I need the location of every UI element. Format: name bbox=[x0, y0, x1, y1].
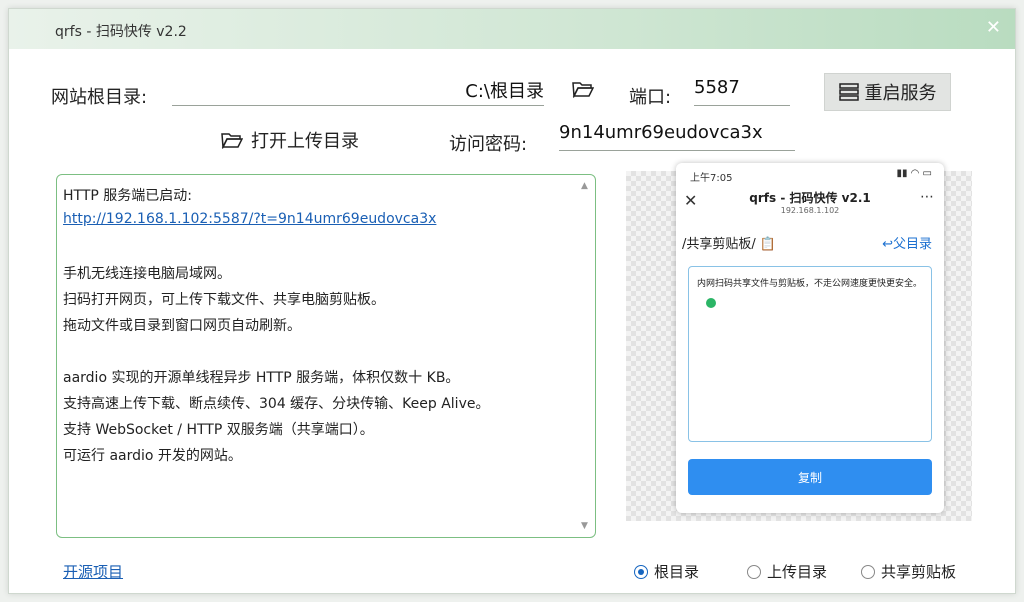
log-line: aardio 实现的开源单线程异步 HTTP 服务端，体积仅数十 KB。 bbox=[63, 370, 460, 386]
radio-upload-dir[interactable]: 上传目录 bbox=[747, 561, 827, 582]
radio-label: 共享剪贴板 bbox=[881, 563, 957, 581]
phone-page-subtitle: 192.168.1.102 bbox=[780, 206, 840, 215]
parent-dir-link[interactable]: ↩父目录 bbox=[882, 233, 932, 252]
phone-status-icons: ▮▮ ◠ ▭ bbox=[896, 168, 932, 179]
close-icon[interactable]: ✕ bbox=[986, 17, 1001, 38]
log-line: 手机无线连接电脑局域网。 bbox=[63, 266, 231, 282]
phone-page-title: qrfs - 扫码快传 v2.1 bbox=[749, 191, 871, 205]
title-bar: qrfs - 扫码快传 v2.2 ✕ bbox=[9, 9, 1015, 49]
phone-preview: 上午7:05 ▮▮ ◠ ▭ ✕ qrfs - 扫码快传 v2.1 192.168… bbox=[676, 163, 944, 513]
root-dir-value: C:\根目录 bbox=[465, 81, 544, 102]
window-title: qrfs - 扫码快传 v2.2 bbox=[55, 24, 187, 40]
root-dir-label: 网站根目录: bbox=[51, 87, 148, 108]
open-upload-dir-button[interactable]: 打开上传目录 bbox=[221, 127, 359, 153]
more-icon[interactable]: ⋯ bbox=[920, 189, 934, 205]
log-line: 支持高速上传下载、断点续传、304 缓存、分块传输、Keep Alive。 bbox=[63, 396, 490, 412]
radio-root-dir[interactable]: 根目录 bbox=[634, 561, 699, 582]
phone-path: /共享剪贴板/ 📋 bbox=[682, 237, 777, 252]
root-dir-field[interactable]: C:\根目录 bbox=[172, 77, 544, 106]
password-field[interactable]: 9n14umr69eudovca3x bbox=[559, 122, 795, 151]
preview-panel: 上午7:05 ▮▮ ◠ ▭ ✕ qrfs - 扫码快传 v2.1 192.168… bbox=[626, 163, 972, 521]
scroll-down-icon[interactable]: ▼ bbox=[581, 521, 588, 531]
radio-unselected-icon bbox=[747, 564, 761, 579]
open-source-link[interactable]: 开源项目 bbox=[63, 561, 123, 582]
server-icon bbox=[838, 83, 859, 101]
restart-service-label: 重启服务 bbox=[864, 83, 937, 104]
log-scrollbar[interactable]: ▲ ▼ bbox=[580, 181, 592, 531]
port-label: 端口: bbox=[629, 87, 672, 108]
open-upload-dir-label: 打开上传目录 bbox=[251, 131, 359, 152]
app-window: qrfs - 扫码快传 v2.2 ✕ 网站根目录: C:\根目录 端口: 558… bbox=[8, 8, 1016, 594]
port-value: 5587 bbox=[694, 77, 740, 98]
clipboard-textarea[interactable]: 内网扫码共享文件与剪贴板，不走公网速度更快更安全。 bbox=[688, 266, 932, 442]
copy-button-label: 复制 bbox=[797, 470, 822, 485]
radio-shared-clipboard[interactable]: 共享剪贴板 bbox=[861, 561, 956, 582]
scroll-up-icon[interactable]: ▲ bbox=[581, 181, 588, 191]
log-line: 可运行 aardio 开发的网站。 bbox=[63, 448, 242, 464]
folder-open-icon bbox=[572, 82, 594, 98]
password-value: 9n14umr69eudovca3x bbox=[559, 122, 763, 143]
log-line: 拖动文件或目录到窗口网页自动刷新。 bbox=[63, 318, 301, 334]
log-line: 扫码打开网页，可上传下载文件、共享电脑剪贴板。 bbox=[63, 292, 385, 308]
radio-label: 根目录 bbox=[654, 563, 700, 581]
log-output[interactable]: HTTP 服务端已启动: http://192.168.1.102:5587/?… bbox=[56, 174, 596, 538]
restart-service-button[interactable]: 重启服务 bbox=[824, 73, 951, 111]
text-cursor-handle[interactable] bbox=[706, 298, 716, 308]
radio-selected-icon bbox=[634, 564, 648, 579]
log-line: 支持 WebSocket / HTTP 双服务端（共享端口）。 bbox=[63, 422, 374, 438]
clipboard-text: 内网扫码共享文件与剪贴板，不走公网速度更快更安全。 bbox=[697, 279, 923, 289]
folder-open-icon bbox=[221, 133, 243, 149]
radio-label: 上传目录 bbox=[767, 563, 828, 581]
password-label: 访问密码: bbox=[449, 134, 528, 155]
browse-root-button[interactable] bbox=[572, 80, 602, 98]
radio-unselected-icon bbox=[861, 564, 875, 579]
server-url-link[interactable]: http://192.168.1.102:5587/?t=9n14umr69eu… bbox=[63, 211, 436, 227]
port-field[interactable]: 5587 bbox=[694, 77, 790, 106]
copy-button[interactable]: 复制 bbox=[688, 459, 932, 495]
log-line: HTTP 服务端已启动: bbox=[63, 188, 192, 204]
phone-status-time: 上午7:05 bbox=[690, 173, 733, 184]
